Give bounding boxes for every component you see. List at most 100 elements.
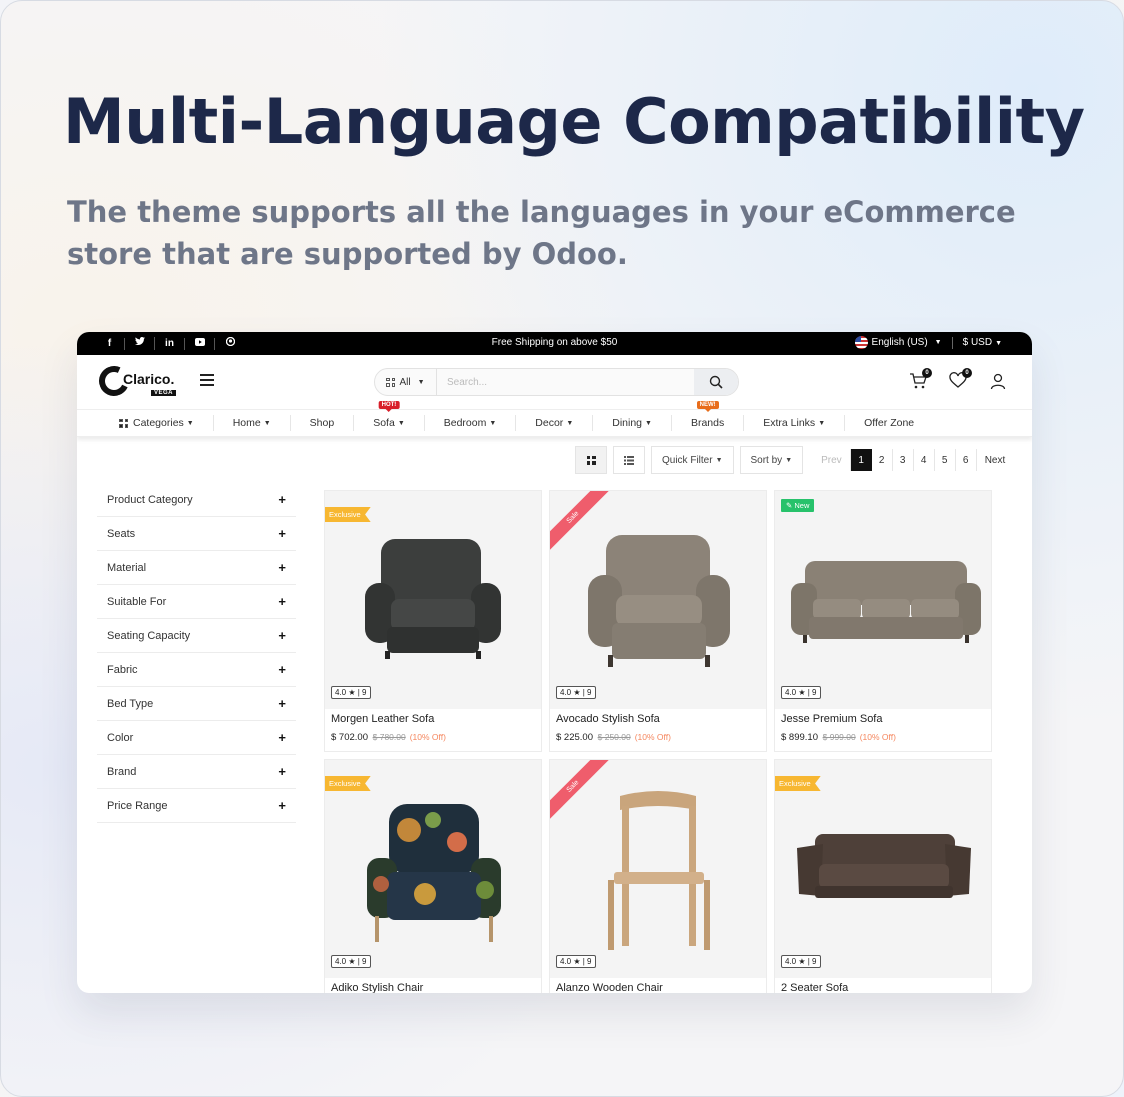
cart-button[interactable]: 0 <box>909 368 932 390</box>
twitter-icon[interactable] <box>125 337 155 350</box>
rating-badge: 4.0 ★ | 9 <box>556 686 596 699</box>
filter-color[interactable]: Color + <box>97 721 296 755</box>
plus-icon: + <box>278 492 286 507</box>
price-discount: (10% Off) <box>634 732 671 742</box>
product-image[interactable]: Sale 4.0 ★ | 9 <box>550 491 766 709</box>
chevron-down-icon: ▼ <box>818 419 826 427</box>
social-links: f in <box>77 336 245 350</box>
nav-label: Extra Links <box>763 417 816 429</box>
filter-seats[interactable]: Seats + <box>97 517 296 551</box>
filter-product-category[interactable]: Product Category + <box>97 483 296 517</box>
prev-page-button[interactable]: Prev <box>817 449 851 471</box>
github-icon[interactable] <box>215 336 245 350</box>
facebook-icon[interactable]: f <box>95 337 125 350</box>
product-image[interactable]: Exclusive 4.0 ★ | 9 <box>775 760 991 978</box>
hot-tag: HOT! <box>378 401 400 412</box>
nav-categories[interactable]: Categories ▼ <box>100 415 214 431</box>
filter-fabric[interactable]: Fabric + <box>97 653 296 687</box>
nav-item-shop[interactable]: Shop <box>291 415 355 431</box>
nav-item-brands[interactable]: NEW! Brands <box>672 401 745 431</box>
product-image[interactable]: Sale 4.0 ★ | 9 <box>550 760 766 978</box>
logo[interactable]: Clarico. VEGA <box>94 361 177 401</box>
filter-label: Color <box>107 731 134 744</box>
product-name[interactable]: Avocado Stylish Sofa <box>556 713 660 725</box>
plus-icon: + <box>278 526 286 541</box>
sort-by-label: Sort by <box>750 454 783 466</box>
product-image[interactable]: ✎ New 4.0 ★ | 9 <box>775 491 991 709</box>
product-card[interactable]: Exclusive 4.0 ★ | 9 Adiko Stylish Chair <box>324 759 542 993</box>
nav-categories-label: Categories <box>133 417 184 429</box>
sofa-image <box>791 561 981 643</box>
filter-seating-capacity[interactable]: Seating Capacity + <box>97 619 296 653</box>
nav-item-bedroom[interactable]: Bedroom ▼ <box>425 415 517 431</box>
nav-label: Bedroom <box>443 417 487 429</box>
product-name[interactable]: Jesse Premium Sofa <box>781 713 882 725</box>
list-view-button[interactable] <box>613 446 645 474</box>
search-button[interactable] <box>694 369 738 395</box>
nav-item-offer-zone[interactable]: Offer Zone <box>845 415 933 431</box>
sort-by-dropdown[interactable]: Sort by ▼ <box>739 446 804 474</box>
product-card[interactable]: ✎ New 4.0 ★ | 9 Jesse Premium Sofa $ 899… <box>774 490 992 752</box>
currency-selector[interactable]: $ USD ▼ <box>963 337 1002 348</box>
linkedin-icon[interactable]: in <box>155 337 185 350</box>
search-category-select[interactable]: All ▼ <box>375 369 437 395</box>
page-button[interactable]: 1 <box>850 449 872 471</box>
product-card[interactable]: Exclusive 4.0 ★ | 9 2 Seater Sofa <box>774 759 992 993</box>
wishlist-button[interactable]: 0 <box>949 368 972 390</box>
search-input[interactable] <box>437 376 694 388</box>
logo-sub: VEGA <box>151 390 177 396</box>
filter-material[interactable]: Material + <box>97 551 296 585</box>
plus-icon: + <box>278 798 286 813</box>
promo-banner: Multi-Language Compatibility The theme s… <box>0 0 1124 1097</box>
nav-label: Dining <box>612 417 643 429</box>
plus-icon: + <box>278 696 286 711</box>
new-tag: NEW! <box>696 401 719 412</box>
headline: Multi-Language Compatibility <box>63 85 1085 158</box>
filter-price-range[interactable]: Price Range + <box>97 789 296 823</box>
product-name[interactable]: Alanzo Wooden Chair <box>556 982 663 993</box>
page-button[interactable]: 2 <box>872 449 893 471</box>
product-name[interactable]: Morgen Leather Sofa <box>331 713 434 725</box>
page-button[interactable]: 5 <box>935 449 956 471</box>
subline: The theme supports all the languages in … <box>67 195 1016 271</box>
product-image[interactable]: Exclusive 4.0 ★ | 9 <box>325 491 541 709</box>
nav-item-extra-links[interactable]: Extra Links ▼ <box>744 415 846 431</box>
plus-icon: + <box>278 560 286 575</box>
chevron-down-icon: ▼ <box>785 456 793 464</box>
grid-icon <box>119 418 128 428</box>
exclusive-ribbon: Exclusive <box>325 507 371 522</box>
product-card[interactable]: Sale 4.0 ★ | 9 Avocado Stylish Sofa $ 22… <box>549 490 767 752</box>
filter-bed-type[interactable]: Bed Type + <box>97 687 296 721</box>
price-old: $ 999.00 <box>822 732 856 742</box>
nav-item-decor[interactable]: Decor ▼ <box>516 415 594 431</box>
grid-view-button[interactable] <box>575 446 607 474</box>
pagination: Prev 1 2 3 4 5 6 Next <box>817 449 1009 471</box>
page-button[interactable]: 6 <box>956 449 977 471</box>
account-button[interactable] <box>989 372 1007 390</box>
filter-brand[interactable]: Brand + <box>97 755 296 789</box>
filter-suitable-for[interactable]: Suitable For + <box>97 585 296 619</box>
menu-icon[interactable] <box>200 374 214 389</box>
filter-label: Product Category <box>107 493 193 506</box>
nav-item-home[interactable]: Home ▼ <box>214 415 291 431</box>
product-card[interactable]: Exclusive 4.0 ★ | 9 Morgen Leather Sofa … <box>324 490 542 752</box>
page-button[interactable]: 3 <box>893 449 914 471</box>
nav-label: Home <box>232 417 261 429</box>
chevron-down-icon: ▼ <box>566 419 574 427</box>
price-old: $ 780.00 <box>372 732 406 742</box>
nav-item-sofa[interactable]: HOT! Sofa ▼ <box>354 401 425 431</box>
quick-filter-dropdown[interactable]: Quick Filter ▼ <box>651 446 734 474</box>
youtube-icon[interactable] <box>185 337 215 350</box>
language-selector[interactable]: English (US) ▼ <box>854 336 942 349</box>
nav-item-dining[interactable]: Dining ▼ <box>593 415 672 431</box>
product-card[interactable]: Sale 4.0 ★ | 9 Alanzo Wooden Chair <box>549 759 767 993</box>
product-image[interactable]: Exclusive 4.0 ★ | 9 <box>325 760 541 978</box>
product-name[interactable]: 2 Seater Sofa <box>781 982 848 993</box>
page-button[interactable]: 4 <box>914 449 935 471</box>
chevron-down-icon: ▼ <box>489 419 497 427</box>
shop-toolbar: Quick Filter ▼ Sort by ▼ Prev 1 2 3 4 5 6 … <box>575 446 1009 474</box>
plus-icon: + <box>278 594 286 609</box>
filter-label: Material <box>107 561 147 574</box>
next-page-button[interactable]: Next <box>977 449 1010 471</box>
product-name[interactable]: Adiko Stylish Chair <box>331 982 423 993</box>
